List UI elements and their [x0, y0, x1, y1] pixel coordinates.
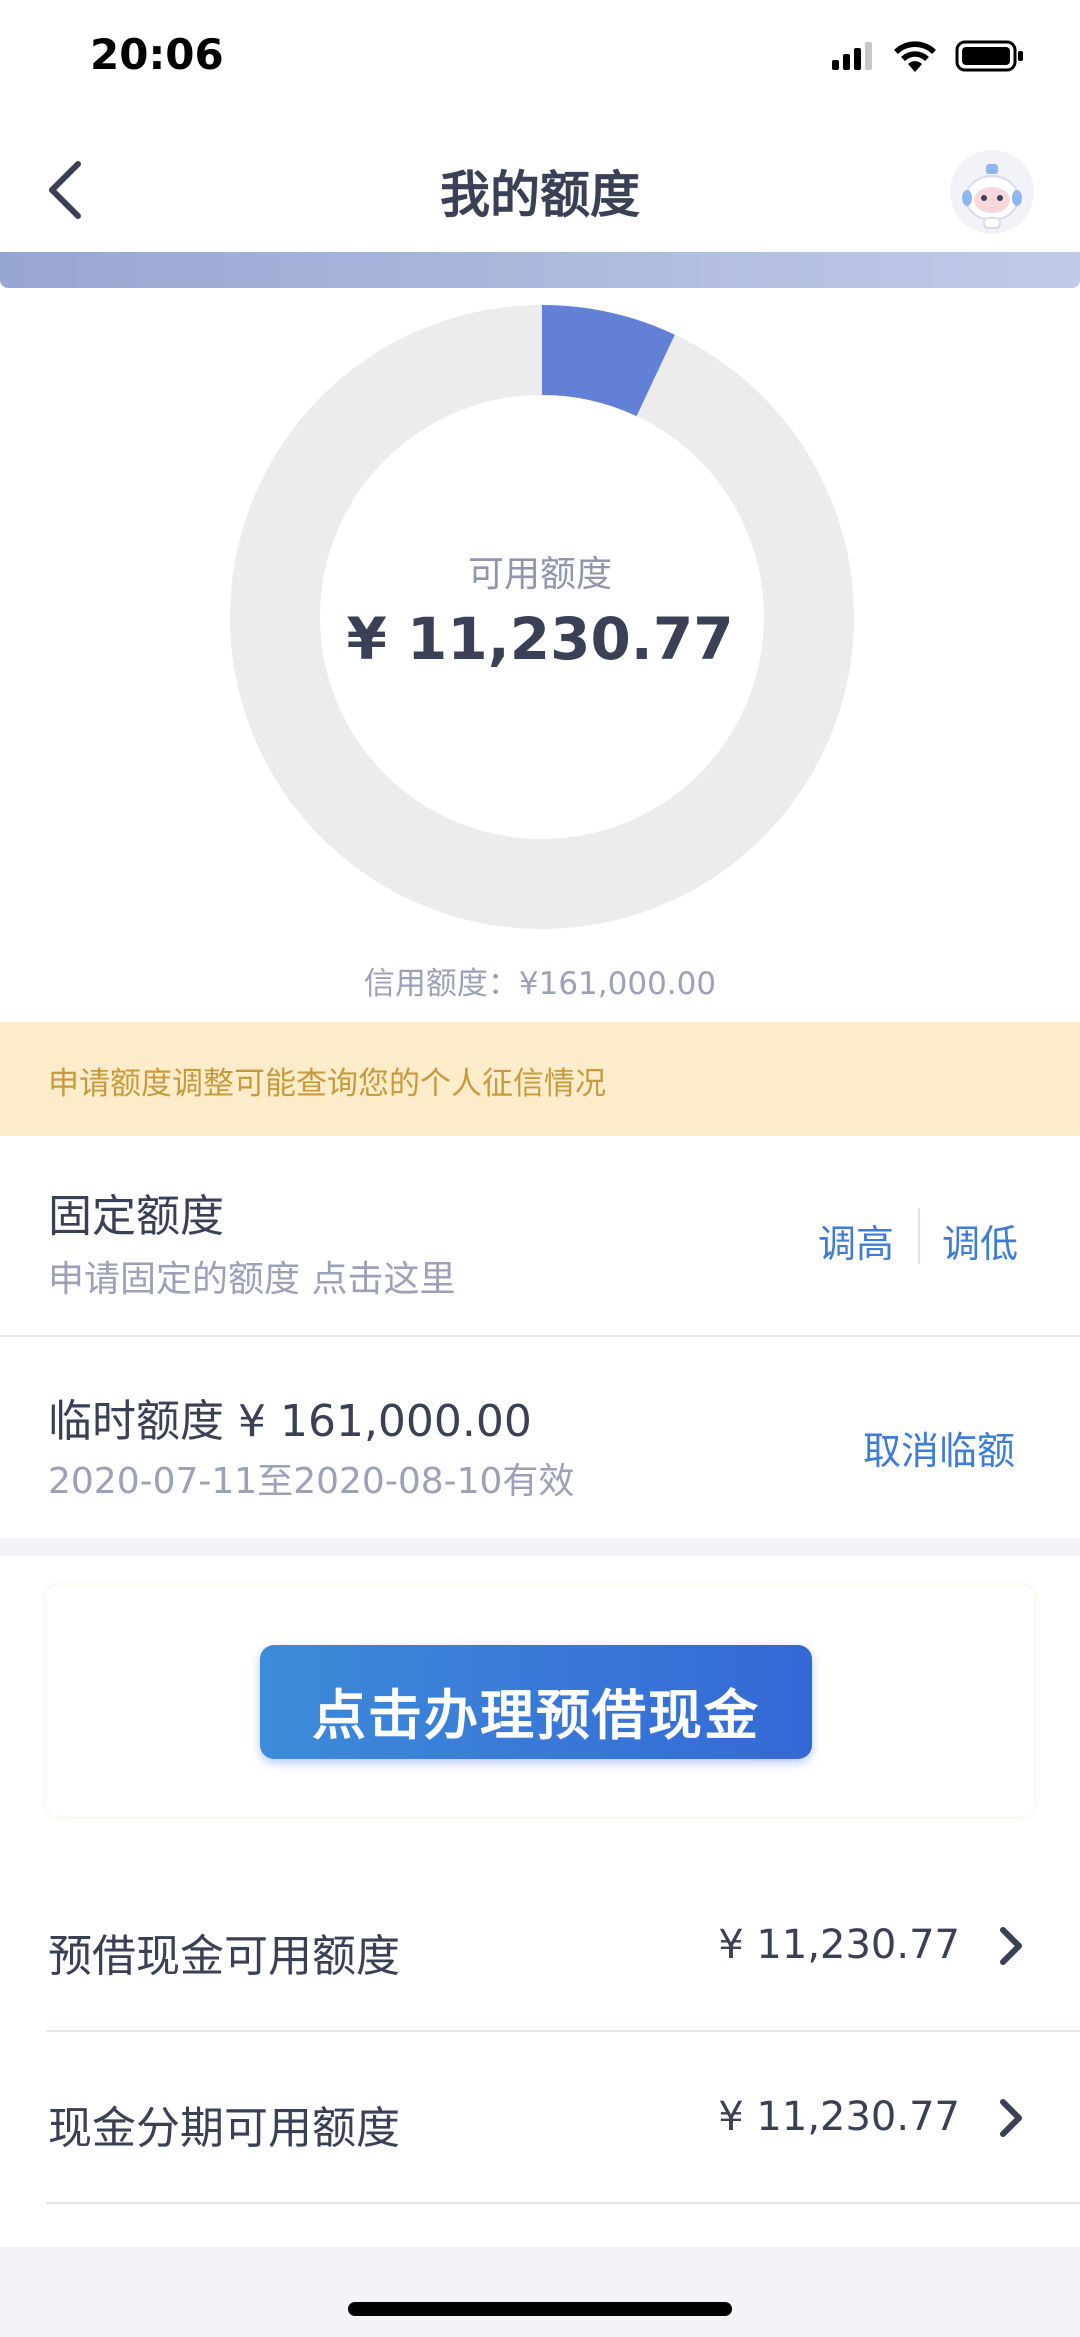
home-indicator[interactable]: [348, 2302, 732, 2316]
credit-limit-text: 信用额度：¥161,000.00: [363, 966, 717, 1002]
list-item-label: 预借现金可用额度: [48, 1931, 400, 1982]
cellular-signal-icon: [832, 42, 872, 70]
list-item[interactable]: 现金分期可用额度 ¥ 11,230.77: [0, 2032, 1080, 2204]
fixed-quota-title: 固定额度: [48, 1191, 224, 1242]
list-item-value: ¥ 11,230.77: [718, 2094, 960, 2140]
list-item-label: 现金分期可用额度: [48, 2103, 400, 2154]
fixed-quota-subtitle[interactable]: 申请固定的额度 点击这里: [48, 1250, 455, 1302]
available-quota-value: ¥ 11,230.77: [346, 605, 734, 673]
divider: [46, 2202, 1080, 2204]
chevron-right-icon: [1000, 2099, 1022, 2137]
temp-quota-validity: 2020-07-11至2020-08-10有效: [48, 1461, 575, 1502]
donut-used-segment: [541, 305, 675, 417]
section-gap: [0, 1538, 1080, 1556]
header-band: [0, 252, 1080, 288]
status-time: 20:06: [90, 30, 224, 79]
chevron-right-icon: [1000, 1927, 1022, 1965]
notice-text: 申请额度调整可能查询您的个人征信情况: [48, 1066, 606, 1102]
list-item-value: ¥ 11,230.77: [718, 1922, 960, 1968]
temp-quota-title: 临时额度 ¥ 161,000.00: [48, 1396, 532, 1447]
robot-mascot-icon: [950, 150, 1034, 234]
battery-icon: [955, 40, 1023, 72]
divider: [0, 1335, 1080, 1337]
cash-advance-button[interactable]: 点击办理预借现金: [260, 1645, 812, 1759]
wifi-icon: [894, 41, 936, 72]
raise-quota-button[interactable]: 调高: [818, 1213, 894, 1268]
lower-quota-button[interactable]: 调低: [942, 1213, 1018, 1268]
assistant-avatar-button[interactable]: [950, 150, 1034, 234]
available-quota-label: 可用额度: [467, 554, 612, 595]
status-bar: 20:06: [0, 0, 1080, 120]
list-item[interactable]: 预借现金可用额度 ¥ 11,230.77: [0, 1860, 1080, 2032]
divider: [918, 1208, 920, 1264]
cancel-temp-quota-button[interactable]: 取消临额: [863, 1420, 1015, 1475]
cash-advance-button-label: 点击办理预借现金: [312, 1684, 760, 1747]
page-title: 我的额度: [440, 166, 640, 224]
bottom-bar: [0, 2247, 1080, 2337]
